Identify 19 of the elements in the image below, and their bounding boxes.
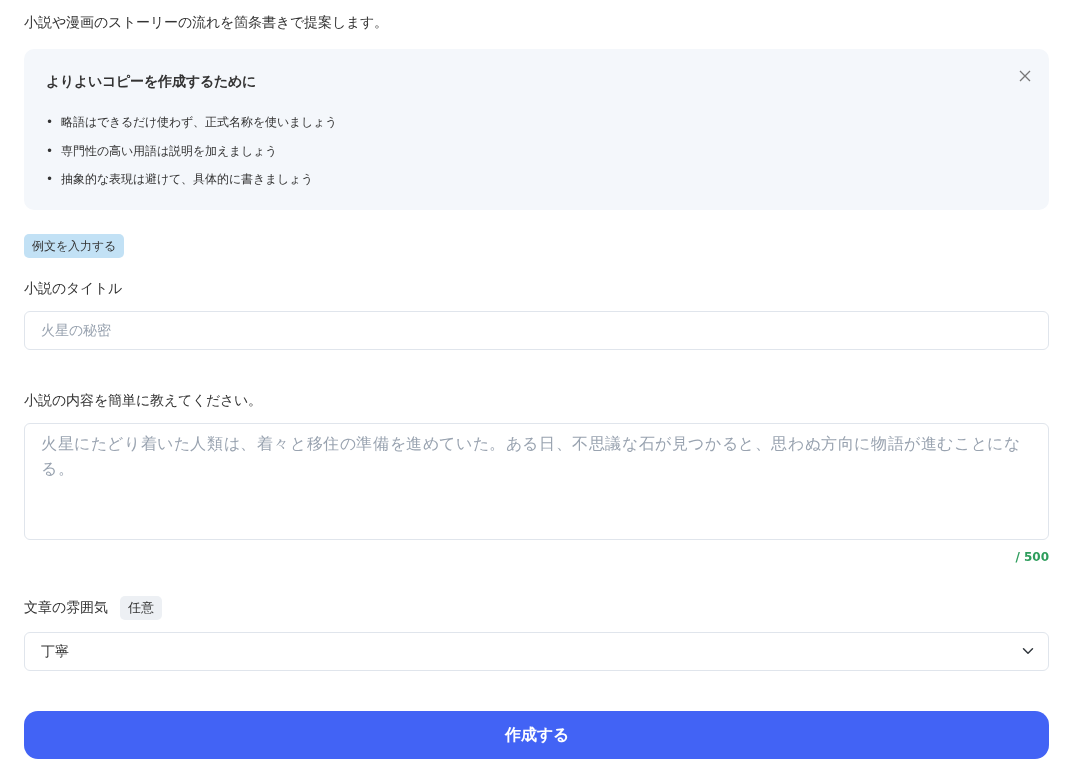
description-text: 小説や漫画のストーリーの流れを箇条書きで提案します。 (24, 13, 389, 32)
text-input[interactable]: 火星の秘密 (24, 311, 1049, 351)
character-counter: / 500 (1014, 549, 1049, 567)
tips-title: よりよいコピーを作成するために (46, 73, 256, 90)
example-input-button[interactable]: 例文を入力する (24, 234, 124, 259)
field-label: 小説の内容を簡単に教えてください。 (24, 391, 263, 411)
tip-item: 専門性の高い用語は説明を加えましょう (61, 142, 278, 160)
close-icon (1019, 70, 1031, 82)
tip-item: 略語はできるだけ使わず、正式名称を使いましょう (61, 113, 338, 131)
bullet-marker: • (46, 142, 54, 160)
tone-select[interactable]: 丁寧 (24, 631, 1049, 671)
field-label: 小説のタイトル (24, 279, 123, 299)
bullet-marker: • (46, 113, 54, 131)
content-textarea[interactable]: 火星にたどり着いた人類は、着々と移住の準備を進めていた。ある日、不思議な石が見つかると、思わぬ方向に物語が進むことになる。 (24, 423, 1049, 541)
field-label: 文章の雰囲気 (24, 598, 108, 618)
bullet-marker: • (46, 171, 54, 189)
tip-item: 抽象的な表現は避けて、具体的に書きましょう (61, 171, 314, 189)
submit-button[interactable]: 作成する (24, 710, 1049, 759)
optional-tag: 任意 (120, 596, 162, 620)
